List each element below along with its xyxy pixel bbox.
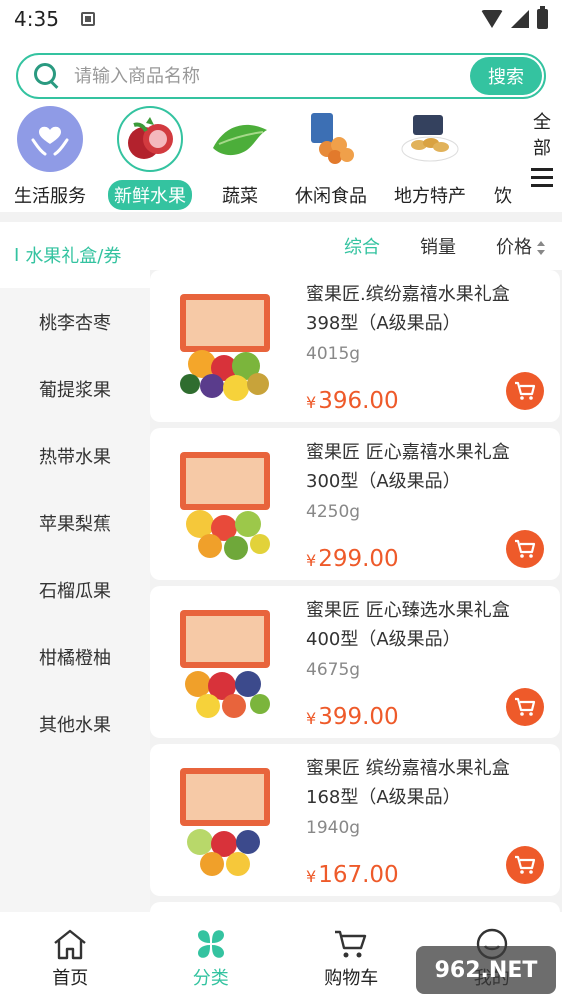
- product-price: ¥299.00: [306, 546, 399, 572]
- search-icon: [34, 63, 60, 89]
- product-price: ¥396.00: [306, 388, 399, 414]
- sidebar-item-other[interactable]: 其他水果: [0, 690, 150, 757]
- product-image: [172, 446, 280, 564]
- nav-cart[interactable]: 购物车: [281, 912, 422, 1000]
- cart-icon: [335, 930, 367, 958]
- sort-price-label: 价格: [496, 237, 532, 258]
- home-icon: [54, 929, 86, 960]
- category-life-service[interactable]: 生活服务: [0, 106, 100, 210]
- nav-label: 分类: [192, 968, 229, 989]
- category-label: 生活服务: [14, 186, 86, 207]
- all-categories-label: 部: [533, 138, 551, 159]
- product-image: [172, 288, 280, 406]
- sort-arrows-icon: [536, 241, 546, 255]
- add-to-cart-button[interactable]: [506, 372, 544, 410]
- sidebar-item-peach-plum[interactable]: 桃李杏枣: [0, 288, 150, 355]
- subcategory-sidebar: 水果礼盒/券 桃李杏枣 葡提浆果 热带水果 苹果梨蕉 石榴瓜果 柑橘橙柚 其他水…: [0, 222, 150, 912]
- cart-icon: [515, 855, 536, 874]
- sort-sales[interactable]: 销量: [420, 233, 456, 259]
- search-input[interactable]: [74, 65, 470, 87]
- drink-icon: [478, 106, 528, 172]
- status-icons: [481, 6, 548, 29]
- sidebar-item-tropical[interactable]: 热带水果: [0, 422, 150, 489]
- category-label: 休闲食品: [295, 186, 367, 207]
- product-price: ¥167.00: [306, 862, 399, 888]
- cart-icon: [515, 697, 536, 716]
- currency-symbol: ¥: [306, 393, 317, 412]
- category-row: 生活服务 新鲜水果 蔬菜 休闲食品 地方特产 饮 全 部: [0, 100, 562, 212]
- product-card[interactable]: 蜜果匠 缤纷嘉禧水果礼盒168型（A级果品） 1940g ¥167.00: [150, 744, 560, 896]
- currency-symbol: ¥: [306, 709, 317, 728]
- status-time: 4:35: [14, 7, 59, 31]
- sort-comprehensive[interactable]: 综合: [344, 233, 380, 259]
- notification-icon: [80, 12, 95, 26]
- category-label: 饮: [494, 186, 512, 207]
- product-image: [172, 762, 280, 880]
- product-weight: 4250g: [306, 502, 361, 522]
- price-value: 399.00: [318, 704, 399, 730]
- wifi-icon: [481, 10, 503, 28]
- add-to-cart-button[interactable]: [506, 688, 544, 726]
- heart-hands-icon: [17, 106, 83, 172]
- specialty-icon: [397, 106, 463, 172]
- menu-icon: [531, 168, 553, 187]
- snack-icon: [298, 106, 364, 172]
- category-fresh-fruit[interactable]: 新鲜水果: [100, 106, 200, 210]
- product-image: [172, 604, 280, 722]
- product-price: ¥399.00: [306, 704, 399, 730]
- all-categories-button[interactable]: 全 部: [522, 100, 562, 212]
- currency-symbol: ¥: [306, 551, 317, 570]
- product-list: 蜜果匠.缤纷嘉禧水果礼盒398型（A级果品） 4015g ¥396.00 蜜果匠…: [150, 270, 562, 912]
- sidebar-item-pomegranate-melon[interactable]: 石榴瓜果: [0, 556, 150, 623]
- all-categories-label: 全: [533, 112, 551, 133]
- add-to-cart-button[interactable]: [506, 530, 544, 568]
- product-name: 蜜果匠 缤纷嘉禧水果礼盒168型（A级果品）: [306, 758, 510, 808]
- cart-icon: [515, 539, 536, 558]
- nav-label: 首页: [52, 968, 89, 989]
- divider: [0, 212, 562, 222]
- product-card[interactable]: 蜜果匠.缤纷嘉禧水果礼盒398型（A级果品） 4015g ¥396.00: [150, 270, 560, 422]
- sidebar-item-gift-box[interactable]: 水果礼盒/券: [0, 222, 150, 288]
- category-label: 蔬菜: [222, 186, 258, 207]
- pomegranate-icon: [117, 106, 183, 172]
- price-value: 396.00: [318, 388, 399, 414]
- category-drinks[interactable]: 饮: [478, 106, 528, 210]
- product-card[interactable]: 蜜果匠 匠心臻选水果礼盒400型（A级果品） 4675g ¥399.00: [150, 586, 560, 738]
- product-name: 蜜果匠 匠心臻选水果礼盒400型（A级果品）: [306, 600, 510, 650]
- lettuce-icon: [207, 106, 273, 172]
- category-icon: [197, 930, 224, 958]
- category-vegetables[interactable]: 蔬菜: [190, 106, 290, 210]
- category-local-specialty[interactable]: 地方特产: [380, 106, 480, 210]
- search-bar: 搜索: [0, 38, 562, 100]
- signal-icon: [511, 10, 529, 28]
- status-bar: 4:35: [0, 0, 562, 38]
- category-label: 新鲜水果: [108, 180, 192, 210]
- nav-home[interactable]: 首页: [0, 912, 141, 1000]
- product-weight: 1940g: [306, 818, 361, 838]
- search-box: 搜索: [16, 53, 546, 99]
- category-snacks[interactable]: 休闲食品: [281, 106, 381, 210]
- sidebar-item-grape-berry[interactable]: 葡提浆果: [0, 355, 150, 422]
- product-weight: 4675g: [306, 660, 361, 680]
- battery-icon: [537, 6, 548, 29]
- nav-category[interactable]: 分类: [141, 912, 282, 1000]
- product-weight: 4015g: [306, 344, 361, 364]
- sort-price[interactable]: 价格: [496, 233, 546, 259]
- product-name: 蜜果匠 匠心嘉禧水果礼盒300型（A级果品）: [306, 442, 510, 492]
- search-button[interactable]: 搜索: [470, 57, 542, 95]
- product-name: 蜜果匠.缤纷嘉禧水果礼盒398型（A级果品）: [306, 284, 510, 334]
- sidebar-item-citrus[interactable]: 柑橘橙柚: [0, 623, 150, 690]
- currency-symbol: ¥: [306, 867, 317, 886]
- add-to-cart-button[interactable]: [506, 846, 544, 884]
- sidebar-item-apple-pear[interactable]: 苹果梨蕉: [0, 489, 150, 556]
- product-card[interactable]: 蜜果匠 匠心嘉禧水果礼盒300型（A级果品） 4250g ¥299.00: [150, 428, 560, 580]
- category-label: 地方特产: [394, 186, 466, 207]
- cart-icon: [515, 381, 536, 400]
- sort-bar: 综合 销量 价格: [150, 222, 562, 270]
- nav-label: 购物车: [324, 968, 379, 989]
- price-value: 167.00: [318, 862, 399, 888]
- product-card[interactable]: [150, 902, 560, 912]
- price-value: 299.00: [318, 546, 399, 572]
- watermark-logo: 962.NET: [416, 946, 556, 994]
